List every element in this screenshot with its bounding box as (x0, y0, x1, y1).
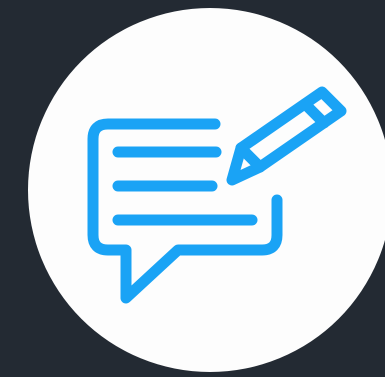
edit-message-icon (87, 86, 347, 304)
app-icon-canvas (0, 0, 385, 377)
pencil-icon (226, 86, 347, 186)
